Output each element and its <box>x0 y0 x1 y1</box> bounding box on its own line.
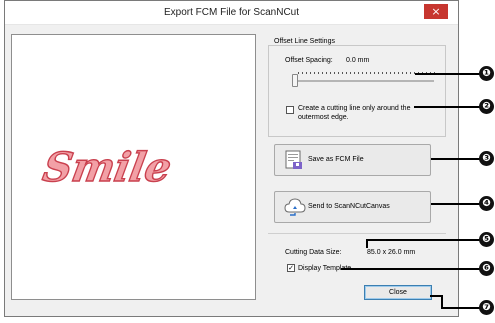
offset-group-title: Offset Line Settings <box>272 38 337 45</box>
outermost-edge-checkbox[interactable] <box>286 106 294 114</box>
callout-badge-2: ❷ <box>479 99 494 114</box>
smile-template-image: Smile <box>39 143 176 192</box>
save-as-fcm-label: Save as FCM File <box>308 156 364 163</box>
callout-line-5 <box>366 239 480 241</box>
callout-badge-5: ❺ <box>479 232 494 247</box>
callout-line-6 <box>341 268 480 270</box>
callout-line-3 <box>431 158 480 160</box>
send-to-scanncutcanvas-label: Send to ScanNCutCanvas <box>308 203 390 210</box>
cloud-upload-icon <box>284 198 306 216</box>
callout-line-2 <box>414 106 480 108</box>
template-preview-pane: Smile <box>11 34 256 300</box>
preview-word: Smile <box>40 143 175 191</box>
callout-badge-1: ❶ <box>479 66 494 81</box>
offset-slider-track[interactable] <box>293 80 434 82</box>
close-button[interactable]: Close <box>364 285 432 300</box>
window-close-button[interactable]: × <box>424 4 448 19</box>
save-as-fcm-button[interactable]: Save as FCM File <box>274 144 431 176</box>
offset-spacing-label: Offset Spacing: <box>285 57 333 64</box>
send-to-scanncutcanvas-button[interactable]: Send to ScanNCutCanvas <box>274 191 431 223</box>
title-bar: Export FCM File for ScanNCut × <box>5 1 458 25</box>
cutting-data-size-value: 85.0 x 26.0 mm <box>367 249 416 256</box>
display-template-checkbox[interactable]: ✓ <box>287 264 295 272</box>
outermost-edge-label-line1: Create a cutting line only around the <box>298 105 411 112</box>
callout-badge-6: ❻ <box>479 261 494 276</box>
callout-line-1 <box>415 73 480 75</box>
callout-badge-4: ❹ <box>479 196 494 211</box>
callout-line-4 <box>431 203 480 205</box>
callout-badge-3: ❸ <box>479 151 494 166</box>
callout-badge-7: ❼ <box>479 300 494 315</box>
cutting-data-size-label: Cutting Data Size: <box>285 249 342 256</box>
section-divider <box>268 233 446 234</box>
offset-spacing-value: 0.0 mm <box>346 57 370 64</box>
callout-line-5-vertical <box>366 240 368 248</box>
save-file-icon <box>285 150 302 169</box>
offset-slider-thumb[interactable] <box>292 74 298 87</box>
outermost-edge-label-line2: outermost edge. <box>298 114 349 121</box>
dialog-title: Export FCM File for ScanNCut <box>163 7 300 18</box>
callout-line-7c <box>441 307 480 309</box>
